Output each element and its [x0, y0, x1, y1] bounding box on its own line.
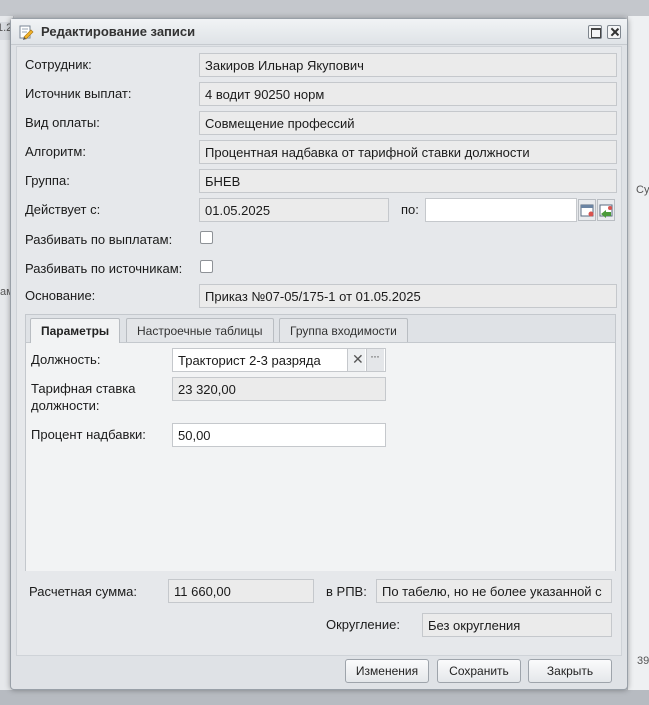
payment-type-label: Вид оплаты: — [25, 115, 100, 130]
bonus-percent-label: Процент надбавки: — [31, 427, 146, 442]
tab-settings-tables[interactable]: Настроечные таблицы — [126, 318, 274, 342]
group-label: Группа: — [25, 173, 70, 188]
calc-amount-label: Расчетная сумма: — [29, 584, 137, 599]
changes-button[interactable]: Изменения — [345, 659, 429, 683]
save-button[interactable]: Сохранить — [437, 659, 521, 683]
payment-source-field[interactable]: 4 водит 90250 норм — [199, 82, 617, 106]
close-button[interactable]: Закрыть — [528, 659, 612, 683]
tariff-rate-label-line1: Тарифная ставка — [31, 381, 136, 396]
position-label: Должность: — [31, 352, 101, 367]
calendar-icon — [580, 204, 594, 217]
tab-inclusion-group[interactable]: Группа входимости — [279, 318, 408, 342]
close-icon[interactable] — [607, 25, 621, 39]
algorithm-label: Алгоритм: — [25, 144, 86, 159]
clear-icon: ✕ — [352, 351, 364, 367]
tab-strip: Параметры Настроечные таблицы Группа вхо… — [26, 315, 615, 344]
in-rpv-label: в РПВ: — [326, 584, 367, 599]
dialog-titlebar[interactable]: Редактирование записи — [11, 19, 627, 45]
payment-type-field[interactable]: Совмещение профессий — [199, 111, 617, 135]
edit-document-icon — [19, 25, 34, 40]
background-right-column-label: Су — [636, 184, 649, 196]
calc-amount-field[interactable]: 11 660,00 — [168, 579, 314, 603]
valid-from-field[interactable]: 01.05.2025 — [199, 198, 389, 222]
employee-label: Сотрудник: — [25, 57, 92, 72]
parameters-tab-body: Должность: Тракторист 2-3 разряда ✕ ··· … — [26, 343, 615, 571]
bonus-percent-field[interactable]: 50,00 — [172, 423, 386, 447]
clear-date-button[interactable] — [597, 199, 615, 221]
employee-field[interactable]: Закиров Ильнар Якупович — [199, 53, 617, 77]
payment-source-label: Источник выплат: — [25, 86, 132, 101]
rounding-field[interactable]: Без округления — [422, 613, 612, 637]
in-rpv-field[interactable]: По табелю, но не более указанной с — [376, 579, 612, 603]
background-right-number: 39 — [637, 655, 649, 667]
tariff-rate-label-line2: должности: — [31, 398, 100, 413]
dialog-title: Редактирование записи — [41, 24, 196, 39]
background-toolbar — [0, 0, 649, 16]
basis-field[interactable]: Приказ №07-05/175-1 от 01.05.2025 — [199, 284, 617, 308]
maximize-icon[interactable] — [588, 25, 602, 39]
background-status-strip — [0, 690, 649, 705]
split-by-payments-checkbox[interactable] — [200, 231, 213, 244]
calendar-button[interactable] — [578, 199, 596, 221]
background-right-panel — [627, 16, 649, 696]
tariff-rate-field[interactable]: 23 320,00 — [172, 377, 386, 401]
edit-record-dialog: Редактирование записи Сотрудник: Закиров… — [10, 18, 628, 690]
tab-parameters[interactable]: Параметры — [30, 318, 121, 344]
basis-label: Основание: — [25, 288, 96, 303]
valid-to-label: по: — [401, 202, 419, 217]
valid-to-field[interactable] — [425, 198, 577, 222]
ellipsis-icon: ··· — [370, 349, 380, 363]
split-by-payments-label: Разбивать по выплатам: — [25, 232, 173, 247]
split-by-sources-checkbox[interactable] — [200, 260, 213, 273]
algorithm-field[interactable]: Процентная надбавка от тарифной ставки д… — [199, 140, 617, 164]
date-clear-icon — [599, 204, 613, 218]
split-by-sources-label: Разбивать по источникам: — [25, 261, 183, 276]
position-select-button[interactable]: ··· — [366, 349, 384, 371]
tab-panel: Параметры Настроечные таблицы Группа вхо… — [25, 314, 616, 571]
rounding-label: Округление: — [326, 617, 400, 632]
valid-from-label: Действует с: — [25, 202, 101, 217]
position-clear-button[interactable]: ✕ — [347, 349, 365, 371]
group-field[interactable]: БНЕВ — [199, 169, 617, 193]
